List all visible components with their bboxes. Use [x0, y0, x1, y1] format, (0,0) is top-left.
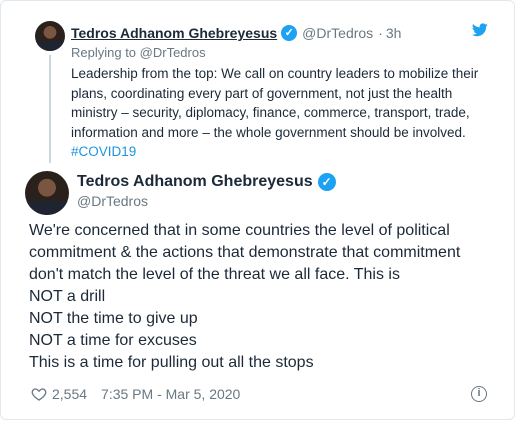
thread-connector-line	[49, 55, 51, 163]
main-author-row: Tedros Adhanom Ghebreyesus ✓	[77, 173, 336, 191]
reply-timestamp[interactable]: 3h	[386, 25, 402, 41]
tweet-line: NOT a time for excuses	[29, 332, 197, 349]
reply-author-handle[interactable]: @DrTedros	[302, 25, 373, 41]
verified-badge-icon: ✓	[317, 173, 336, 191]
like-count[interactable]: 2,554	[52, 386, 87, 402]
main-author-name[interactable]: Tedros Adhanom Ghebreyesus	[77, 173, 313, 191]
main-tweet-text: We're concerned that in some countries t…	[29, 220, 499, 374]
tweet-line: This is a time for pulling out all the s…	[29, 354, 314, 371]
tweet-footer: 2,554 7:35 PM - Mar 5, 2020	[31, 386, 240, 402]
main-avatar[interactable]	[25, 171, 69, 215]
tweet-card: Tedros Adhanom Ghebreyesus ✓ @DrTedros ·…	[0, 0, 515, 420]
reply-tweet-text: Leadership from the top: We call on coun…	[71, 64, 496, 162]
tweet-line: don't match the level of the threat we a…	[29, 266, 400, 283]
separator-dot: ·	[378, 25, 383, 41]
heart-icon[interactable]	[31, 386, 47, 402]
reply-author-name[interactable]: Tedros Adhanom Ghebreyesus	[71, 25, 277, 41]
tweet-line: We're concerned that in some countries t…	[29, 222, 450, 239]
tweet-line: NOT the time to give up	[29, 310, 198, 327]
reply-header: Tedros Adhanom Ghebreyesus ✓ @DrTedros ·…	[71, 23, 401, 43]
twitter-bird-icon[interactable]	[472, 23, 488, 37]
tweet-line: commitment & the actions that demonstrat…	[29, 244, 461, 261]
verified-badge-icon: ✓	[281, 25, 298, 41]
info-icon[interactable]: i	[471, 386, 487, 402]
hashtag-link[interactable]: #COVID19	[71, 144, 136, 159]
replying-to-label[interactable]: Replying to @DrTedros	[71, 45, 206, 60]
reply-body: Leadership from the top: We call on coun…	[71, 66, 479, 140]
main-author-handle[interactable]: @DrTedros	[77, 193, 148, 209]
reply-avatar[interactable]	[35, 21, 65, 51]
tweet-timestamp[interactable]: 7:35 PM - Mar 5, 2020	[101, 386, 240, 402]
tweet-line: NOT a drill	[29, 288, 106, 305]
